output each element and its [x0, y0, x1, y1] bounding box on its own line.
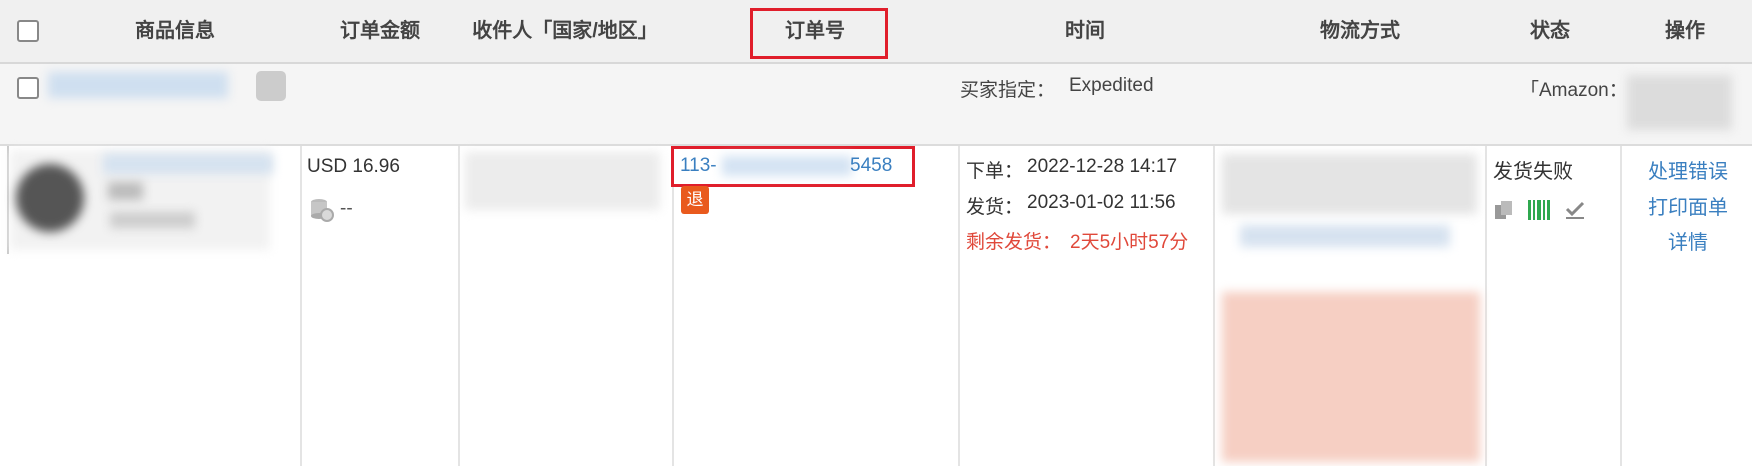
order-amount-value: USD 16.96 [307, 156, 400, 177]
check-mark-icon[interactable] [1564, 199, 1586, 221]
product-image[interactable] [16, 164, 84, 232]
col-status[interactable]: 状态 [1510, 0, 1590, 62]
col-recipient-country[interactable]: 收件人「国家/地区」 [455, 0, 675, 62]
store-name-redacted [48, 72, 228, 98]
order-number-tail[interactable]: 5458 [850, 155, 892, 177]
order-number-link[interactable]: 113- [680, 155, 717, 177]
buyer-specified-value: Expedited [1069, 75, 1154, 96]
col-shipping-method[interactable]: 物流方式 [1300, 0, 1420, 62]
product-sku-redacted [108, 182, 143, 200]
tracking-link-redacted[interactable] [1240, 225, 1450, 247]
order-number-redacted [722, 156, 852, 176]
amount-extra-value: -- [340, 198, 353, 219]
col-product-info[interactable]: 商品信息 [90, 0, 260, 62]
col-time[interactable]: 时间 [1040, 0, 1130, 62]
details-link[interactable]: 详情 [1628, 226, 1748, 255]
store-tag-icon[interactable] [256, 71, 286, 101]
col-order-amount[interactable]: 订单金额 [300, 0, 460, 62]
amazon-account-label: 「Amazon： [1520, 80, 1628, 101]
remaining-time-label: 剩余发货： [966, 232, 1062, 253]
shipped-time-value: 2023-01-02 11:56 [1027, 192, 1176, 213]
remaining-time-value: 2天5小时57分 [1070, 232, 1189, 253]
shipped-time-label: 发货： [966, 197, 1024, 218]
product-title-redacted[interactable] [103, 154, 273, 174]
placed-time-value: 2022-12-28 14:17 [1027, 156, 1178, 177]
coins-icon [311, 199, 334, 222]
order-number-highlight [750, 8, 888, 59]
recipient-redacted [465, 152, 660, 210]
order-status: 发货失败 [1493, 161, 1573, 183]
buyer-specified-label: 买家指定： [960, 80, 1056, 101]
handle-error-link[interactable]: 处理错误 [1628, 155, 1748, 184]
col-actions[interactable]: 操作 [1645, 0, 1725, 62]
product-meta-redacted [110, 212, 195, 228]
placed-time-label: 下单： [966, 161, 1024, 182]
return-badge: 退 [681, 186, 709, 214]
row-checkbox[interactable] [17, 77, 39, 99]
select-all-checkbox[interactable] [17, 20, 39, 42]
barcode-icon[interactable] [1527, 199, 1551, 221]
copy-icon[interactable] [1493, 199, 1515, 221]
print-label-link[interactable]: 打印面单 [1628, 191, 1748, 220]
shipping-method-redacted [1222, 154, 1477, 214]
amazon-account-redacted [1627, 75, 1732, 130]
shipping-error-message-redacted [1222, 292, 1480, 462]
